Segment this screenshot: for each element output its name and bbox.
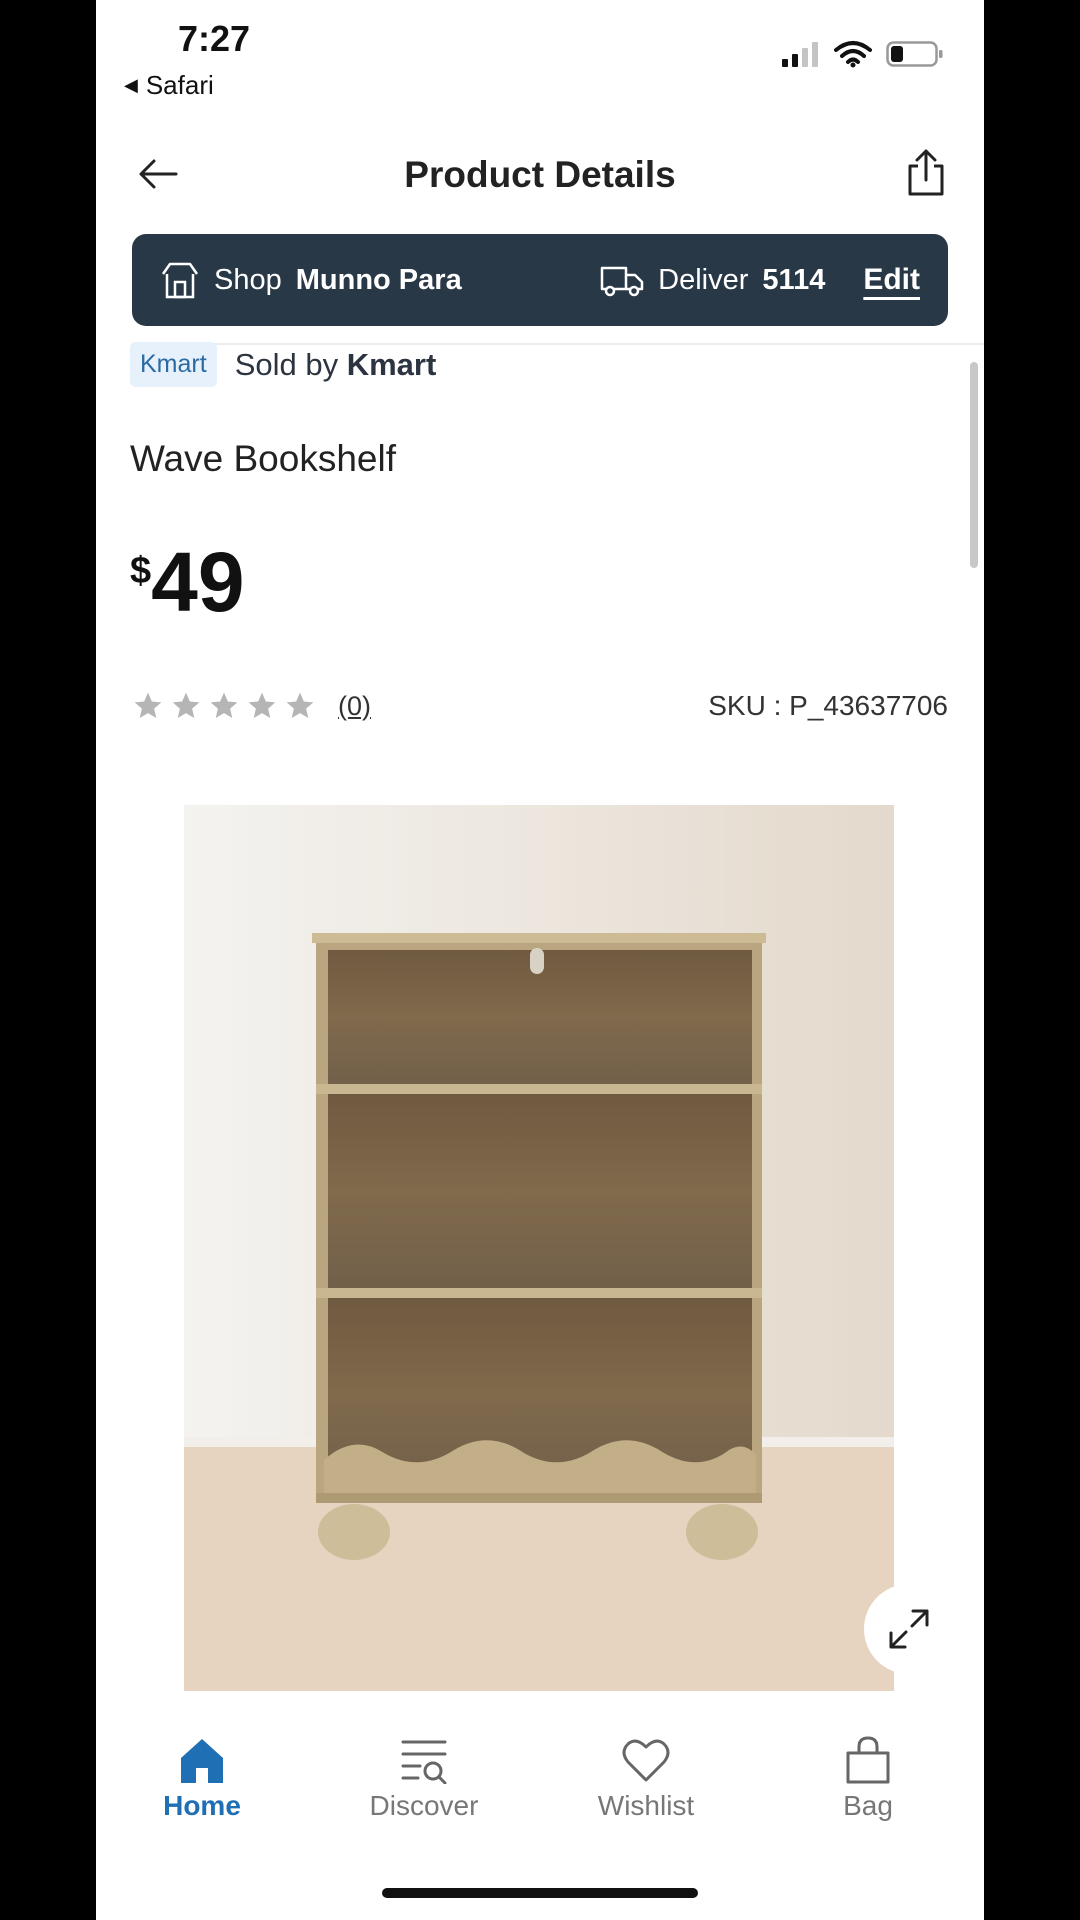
product-sku: SKU : P_43637706	[708, 690, 948, 721]
sold-by-label: Sold by	[234, 346, 339, 382]
product-price: $ 49	[130, 540, 245, 624]
status-time: 7:27	[178, 18, 251, 59]
review-count-link[interactable]: (0)	[338, 691, 371, 722]
nav-discover[interactable]: Discover	[344, 1736, 504, 1822]
discover-icon	[401, 1740, 447, 1784]
star-icon	[248, 692, 276, 718]
price-amount: 49	[151, 535, 245, 629]
bottom-navigation: Home Discover Wishlist Bag	[96, 1710, 984, 1840]
expand-icon	[889, 1609, 929, 1649]
store-icon	[161, 262, 199, 299]
shop-name: Munno Para	[295, 263, 462, 296]
page-header: Product Details	[96, 130, 984, 220]
sold-by-text: Sold by Kmart	[235, 347, 437, 383]
star-icon	[134, 692, 162, 718]
shop-location[interactable]: Shop Munno Para	[160, 260, 462, 300]
nav-home-label: Home	[163, 1790, 241, 1821]
bookshelf-illustration	[184, 805, 894, 1691]
product-name: Wave Bookshelf	[130, 438, 396, 479]
home-indicator[interactable]	[382, 1888, 698, 1898]
back-app-label: Safari	[145, 70, 214, 100]
nav-wishlist[interactable]: Wishlist	[566, 1736, 726, 1822]
page-title: Product Details	[404, 154, 676, 195]
bag-icon	[846, 1736, 890, 1784]
expand-image-button[interactable]	[864, 1584, 954, 1674]
star-icon	[286, 692, 314, 718]
nav-home[interactable]: Home	[122, 1736, 282, 1822]
battery-icon	[886, 41, 943, 67]
seller-info: Kmart Sold by Kmart	[130, 342, 436, 387]
deliver-label: Deliver	[658, 263, 749, 296]
store-delivery-bar: Shop Munno Para Deliver 5114 Edit	[132, 234, 948, 326]
back-triangle-icon: ◀	[124, 75, 138, 95]
star-icon	[172, 692, 200, 718]
edit-location-link[interactable]: Edit	[863, 263, 920, 297]
nav-bag[interactable]: Bag	[788, 1736, 948, 1822]
delivery-location[interactable]: Deliver 5114 Edit	[600, 262, 920, 298]
nav-discover-label: Discover	[369, 1790, 479, 1821]
status-indicators	[780, 40, 944, 68]
seller-badge: Kmart	[130, 342, 217, 387]
truck-icon	[600, 266, 644, 297]
heart-icon	[622, 1739, 670, 1782]
signal-icon	[782, 42, 818, 67]
nav-bag-label: Bag	[843, 1790, 893, 1821]
shop-label: Shop	[214, 263, 282, 296]
share-icon[interactable]	[904, 148, 948, 198]
product-image[interactable]	[184, 805, 894, 1691]
wifi-icon	[834, 41, 872, 68]
price-currency: $	[130, 550, 152, 592]
product-rating[interactable]: (0)	[132, 690, 371, 722]
nav-wishlist-label: Wishlist	[597, 1790, 695, 1821]
back-to-app-link[interactable]: ◀ Safari	[124, 70, 214, 101]
star-icon	[210, 692, 238, 718]
home-icon	[181, 1739, 223, 1783]
delivery-postcode: 5114	[762, 263, 826, 296]
app-screen: 7:27 ◀ Safari Product Details Shop Munno…	[96, 0, 984, 1920]
seller-name: Kmart	[346, 346, 437, 382]
scrollbar[interactable]	[970, 362, 978, 568]
